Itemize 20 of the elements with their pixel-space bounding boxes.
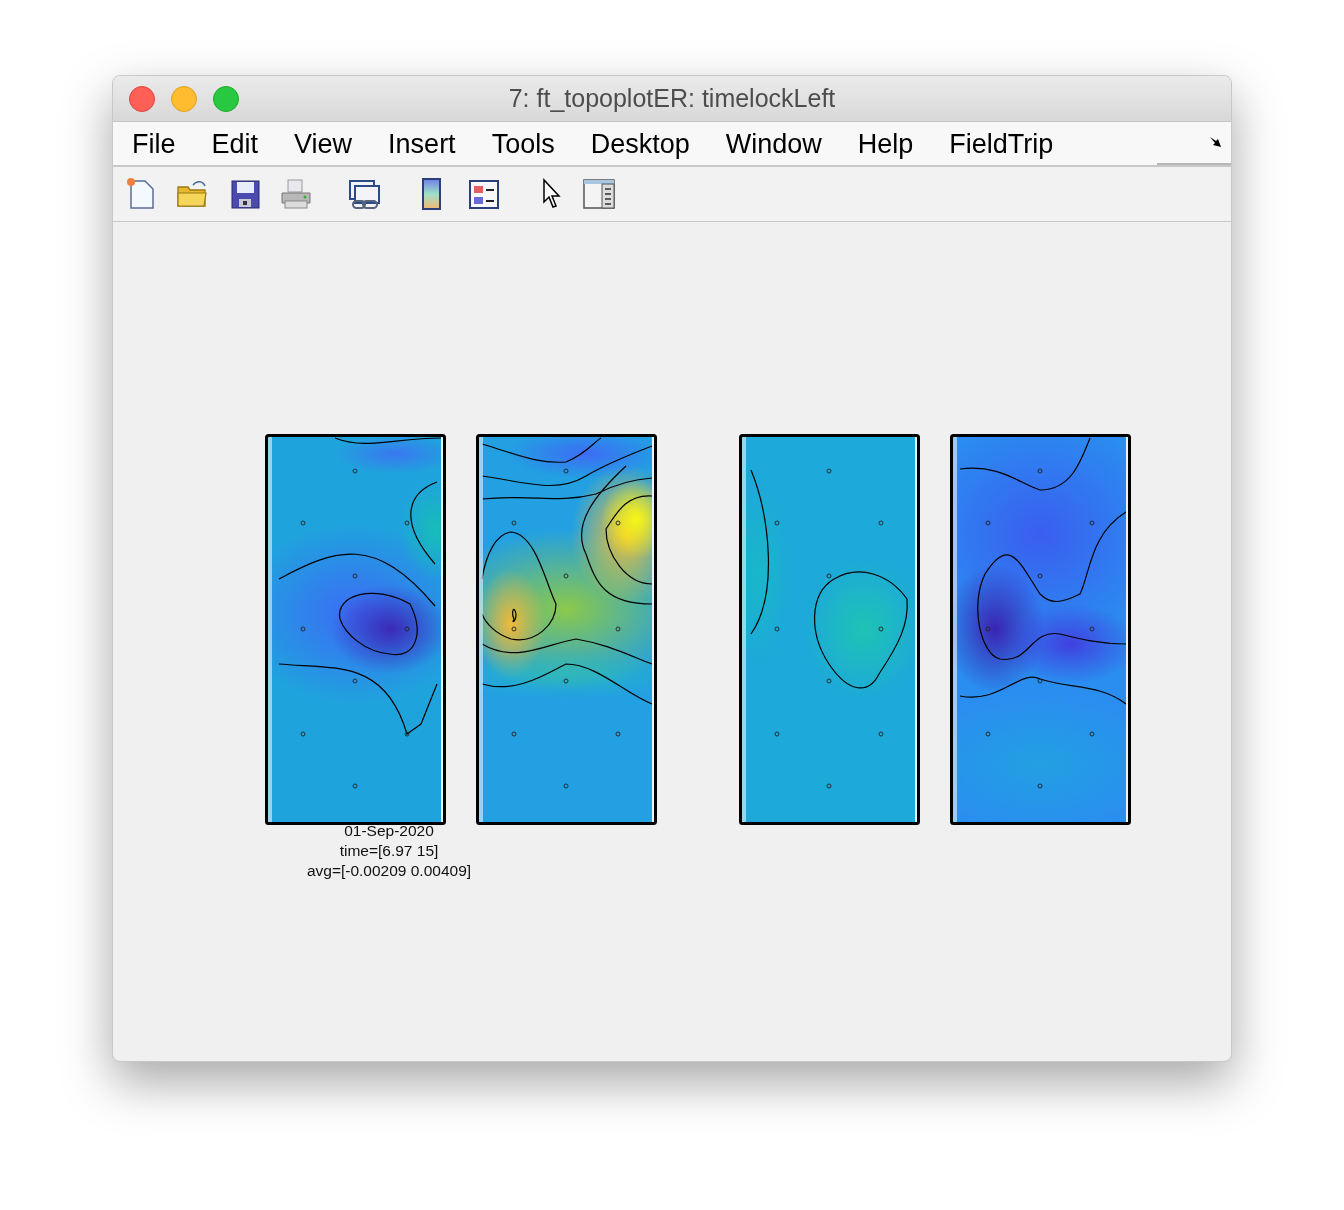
menu-item[interactable]: Help: [839, 123, 932, 164]
printer-icon[interactable]: [279, 177, 313, 211]
property-panel-icon[interactable]: [581, 177, 617, 211]
menu-item[interactable]: FieldTrip: [931, 123, 1072, 164]
linked-windows-icon[interactable]: [347, 177, 383, 211]
menu-item[interactable]: Tools: [473, 123, 573, 164]
close-button[interactable]: [129, 85, 155, 112]
save-icon[interactable]: [228, 177, 262, 211]
menu-item[interactable]: Edit: [193, 123, 277, 164]
window-title: 7: ft_topoplotER: timelockLeft: [508, 84, 836, 112]
menu-item[interactable]: File: [114, 123, 194, 164]
menu-item[interactable]: Insert: [370, 123, 474, 164]
menu-item[interactable]: Desktop: [572, 123, 708, 164]
legend-icon[interactable]: [467, 177, 501, 211]
plot-annotation: 01-Sep-2020: [344, 822, 434, 839]
corner-arrow-icon[interactable]: [1209, 136, 1223, 148]
menu-item[interactable]: Window: [707, 123, 840, 164]
plot-annotation: time=[6.97 15]: [339, 842, 439, 859]
menu-item[interactable]: View: [276, 123, 371, 164]
plot-annotation: avg=[-0.00209 0.00409]: [306, 862, 472, 879]
